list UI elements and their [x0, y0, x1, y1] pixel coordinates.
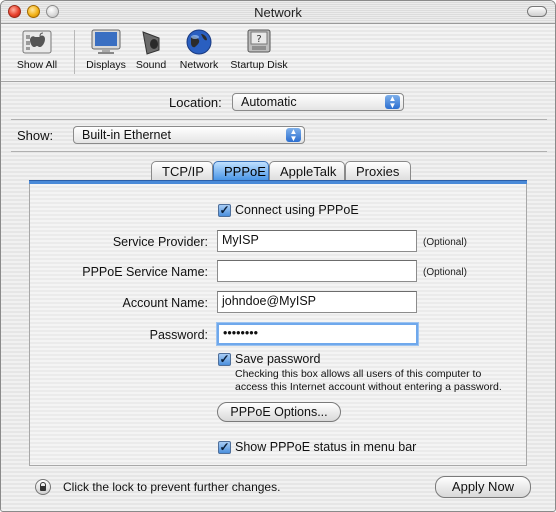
- tab-pppoe-label: PPPoE: [224, 164, 266, 179]
- account-name-label: Account Name:: [122, 296, 208, 310]
- toolbar-network[interactable]: Network: [173, 28, 225, 71]
- password-field[interactable]: ••••••••: [217, 323, 418, 345]
- location-popup[interactable]: Automatic ▲ ▼: [232, 93, 404, 111]
- location-label: Location:: [169, 95, 222, 110]
- account-name-field[interactable]: johndoe@MyISP: [217, 291, 417, 313]
- toolbar-sound-label: Sound: [135, 59, 167, 71]
- save-password-label: Save password: [235, 352, 321, 366]
- save-password-checkbox[interactable]: ✓: [218, 353, 231, 366]
- location-popup-value: Automatic: [241, 95, 297, 109]
- save-password-note-line1: Checking this box allows all users of th…: [235, 368, 482, 380]
- toolbar-sound[interactable]: Sound: [129, 28, 173, 71]
- popup-arrows-icon: ▲ ▼: [286, 128, 301, 143]
- show-status-label: Show PPPoE status in menu bar: [235, 440, 417, 454]
- tab-proxies[interactable]: Proxies: [345, 161, 411, 181]
- tab-appletalk[interactable]: AppleTalk: [269, 161, 345, 181]
- pppoe-panel: ✓ Connect using PPPoE Service Provider: …: [29, 184, 527, 466]
- service-provider-label: Service Provider:: [112, 235, 208, 249]
- popup-arrows-icon: ▲ ▼: [385, 95, 400, 110]
- password-label: Password:: [149, 328, 208, 342]
- toolbar-show-all[interactable]: Show All: [7, 28, 67, 71]
- window-title: Network: [254, 5, 302, 20]
- show-status-checkbox[interactable]: ✓: [218, 441, 231, 454]
- lock-icon[interactable]: [35, 479, 51, 495]
- lock-message: Click the lock to prevent further change…: [63, 480, 281, 494]
- network-preferences-window: Network Show All Displays Sound Network …: [0, 0, 556, 512]
- toolbar-toggle-button[interactable]: [527, 6, 547, 17]
- preferences-toolbar: Show All Displays Sound Network ? Startu…: [1, 24, 555, 82]
- connect-pppoe-checkbox[interactable]: ✓: [218, 204, 231, 217]
- tab-proxies-label: Proxies: [356, 164, 400, 179]
- show-popup-value: Built-in Ethernet: [82, 128, 171, 142]
- save-password-note-line2: access this Internet account without ent…: [235, 381, 502, 393]
- show-popup[interactable]: Built-in Ethernet ▲ ▼: [73, 126, 305, 144]
- show-label: Show:: [17, 128, 54, 143]
- toolbar-startup-disk-label: Startup Disk: [230, 59, 288, 71]
- tab-tcpip[interactable]: TCP/IP: [151, 161, 213, 181]
- service-provider-field[interactable]: MyISP: [217, 230, 417, 252]
- pppoe-options-button[interactable]: PPPoE Options...: [217, 402, 341, 422]
- divider: [11, 119, 547, 120]
- svg-text:?: ?: [256, 34, 261, 45]
- divider: [11, 151, 547, 152]
- toolbar-startup-disk[interactable]: ? Startup Disk: [227, 28, 291, 71]
- toolbar-separator: [74, 30, 75, 74]
- title-bar: Network: [1, 1, 555, 24]
- pppoe-service-name-field[interactable]: [217, 260, 417, 282]
- apple-grid-icon: [21, 28, 53, 56]
- toolbar-show-all-label: Show All: [16, 59, 58, 71]
- toolbar-network-label: Network: [179, 59, 219, 71]
- tab-tcpip-label: TCP/IP: [162, 164, 204, 179]
- disk-icon: ?: [243, 28, 275, 56]
- tab-pppoe[interactable]: PPPoE: [213, 161, 269, 181]
- pppoe-service-name-label: PPPoE Service Name:: [82, 265, 208, 279]
- apply-now-button[interactable]: Apply Now: [435, 476, 531, 498]
- toolbar-displays-label: Displays: [86, 59, 126, 71]
- pppoe-service-name-optional: (Optional): [423, 267, 467, 278]
- globe-icon: [183, 28, 215, 56]
- tab-appletalk-label: AppleTalk: [280, 164, 337, 179]
- monitor-icon: [90, 28, 122, 56]
- toolbar-displays[interactable]: Displays: [81, 28, 131, 71]
- speaker-icon: [135, 28, 167, 56]
- connect-pppoe-label: Connect using PPPoE: [235, 203, 359, 217]
- service-provider-optional: (Optional): [423, 237, 467, 248]
